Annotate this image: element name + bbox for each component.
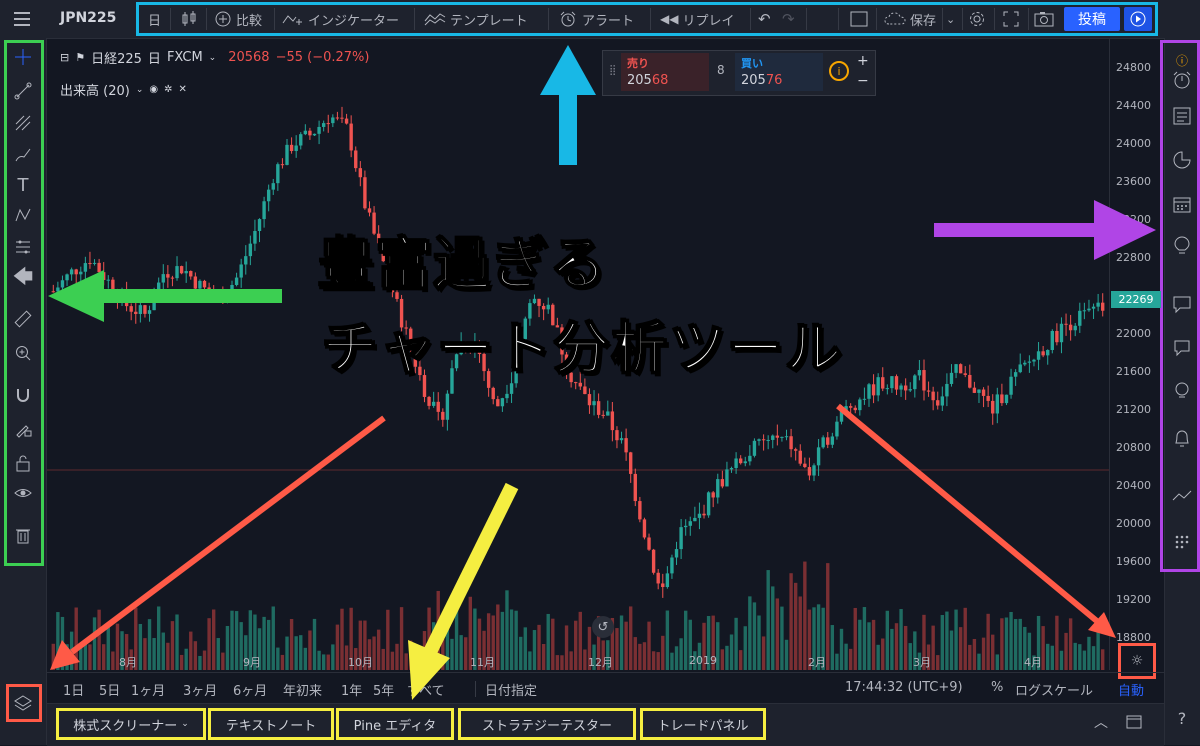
- arrow-to-layers: [50, 415, 386, 670]
- arrow-to-settings: [836, 403, 1116, 638]
- time-tick-label: 10月: [348, 656, 373, 669]
- arrow-to-left-tools: [48, 270, 282, 322]
- time-tick-label: 2019: [689, 654, 717, 667]
- time-tick-label: 4月: [1024, 656, 1042, 669]
- time-tick-label: 11月: [470, 656, 495, 669]
- arrow-to-bottom-tabs: [408, 482, 519, 700]
- time-tick-label: 8月: [119, 656, 137, 669]
- time-tick-label: 2月: [808, 656, 826, 669]
- arrow-to-right-panel: [934, 200, 1156, 260]
- time-tick-label: 3月: [913, 656, 931, 669]
- time-tick-label: 9月: [243, 656, 261, 669]
- time-tick-label: 12月: [588, 656, 613, 669]
- arrow-to-toolbar: [540, 45, 596, 165]
- annotation-title-line2: チャート分析ツール: [321, 316, 844, 383]
- annotation-title-line1: 豊富過ぎる: [317, 232, 608, 299]
